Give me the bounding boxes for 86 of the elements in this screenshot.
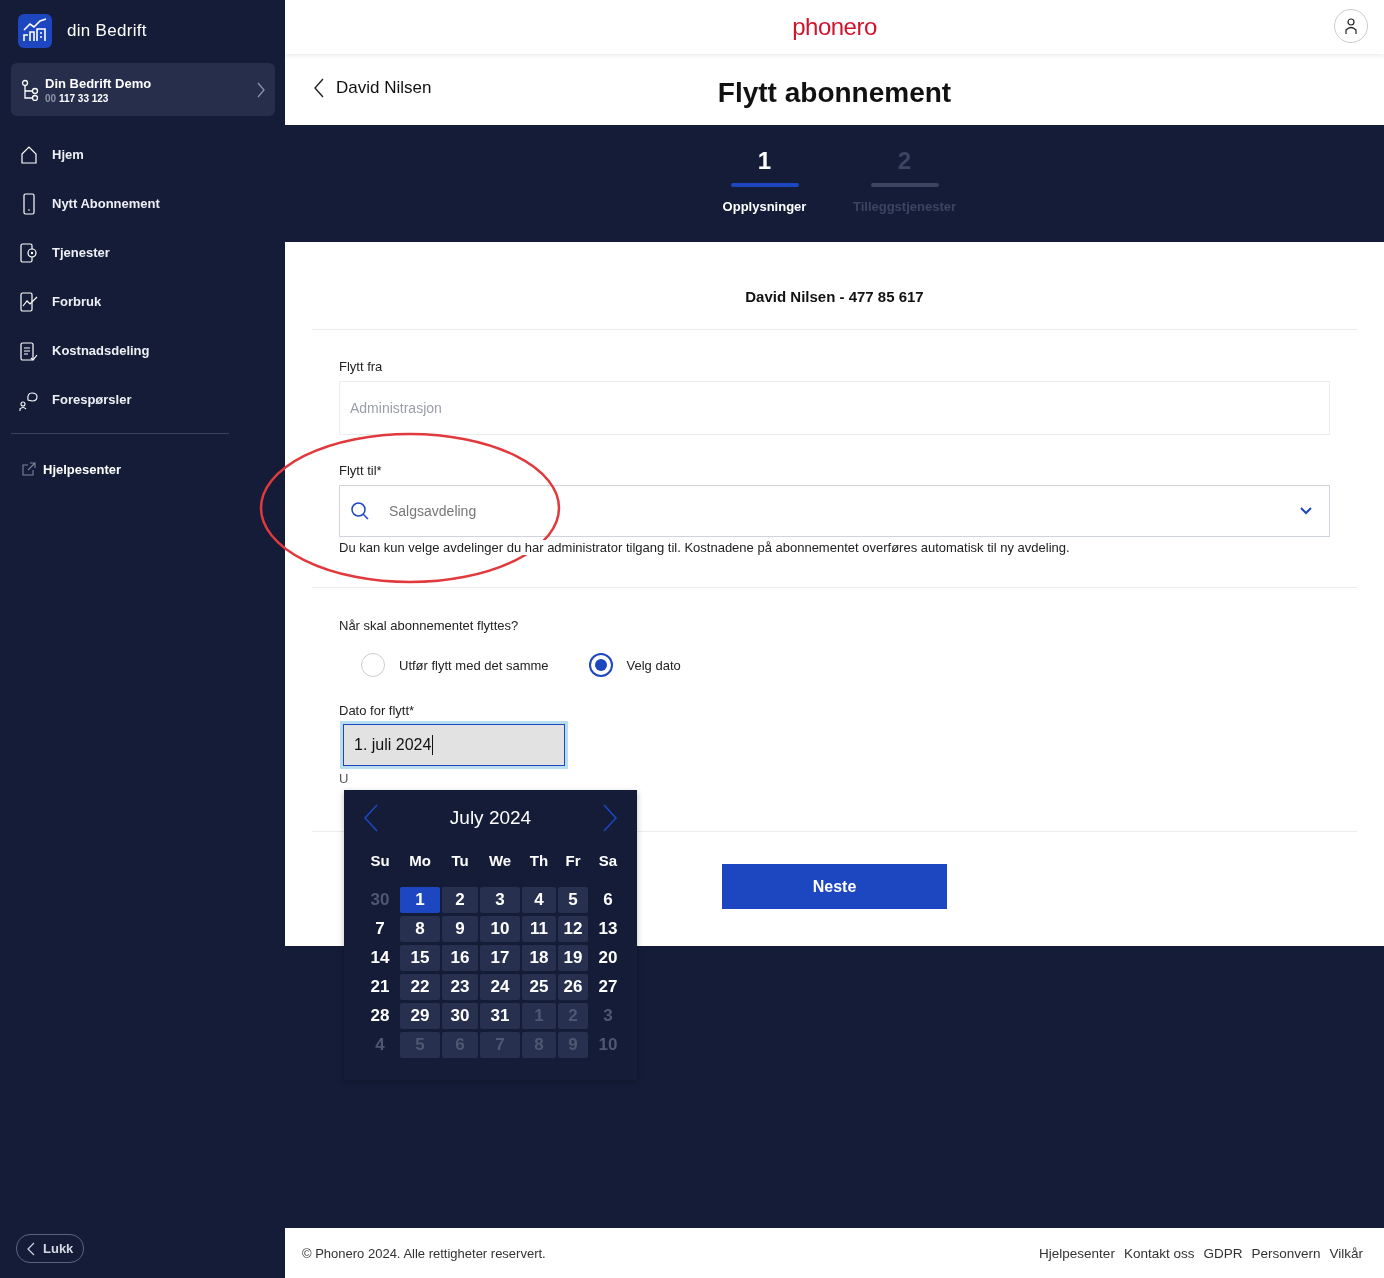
close-sidebar-button[interactable]: Lukk	[16, 1234, 85, 1263]
help-text: U	[339, 771, 349, 787]
field-label: Flytt til*	[339, 463, 383, 478]
calendar-day[interactable]: 10	[480, 916, 520, 942]
search-icon	[350, 501, 370, 521]
step-tab[interactable]: 1 Opplysninger	[712, 125, 817, 242]
chevron-down-icon	[1300, 507, 1312, 515]
weekday-label: Su	[369, 852, 391, 871]
calendar-day[interactable]: 24	[480, 974, 520, 1000]
calendar-day[interactable]: 8	[400, 916, 440, 942]
calendar-day[interactable]: 25	[522, 974, 556, 1000]
calendar-day[interactable]: 5	[558, 887, 588, 913]
calendar-day[interactable]: 12	[558, 916, 588, 942]
weekday-label: Sa	[597, 852, 619, 871]
chevron-right-icon	[257, 81, 265, 98]
chevron-left-icon	[314, 78, 324, 98]
calendar-day[interactable]: 1	[400, 887, 440, 913]
chart-line-icon	[19, 289, 39, 314]
calendar-day[interactable]: 28	[362, 1003, 398, 1029]
person-icon	[1344, 17, 1358, 35]
logo[interactable]: phonero	[792, 13, 877, 41]
calendar-day[interactable]: 20	[590, 945, 626, 971]
calendar-day[interactable]: 23	[442, 974, 478, 1000]
help-center-link[interactable]: Hjelpesenter	[0, 461, 285, 477]
calendar-day[interactable]: 29	[400, 1003, 440, 1029]
nav-item[interactable]: Kostnadsdeling	[0, 326, 285, 375]
calendar-day[interactable]: 16	[442, 945, 478, 971]
chevron-left-icon	[27, 1241, 35, 1256]
radio-option[interactable]: Velg dato	[588, 653, 681, 677]
department-select[interactable]: Salgsavdeling	[339, 485, 1330, 537]
calendar-day[interactable]: 31	[480, 1003, 520, 1029]
from-field: Administrasjon	[339, 381, 1330, 435]
calendar-day[interactable]: 27	[590, 974, 626, 1000]
footer-link[interactable]: Hjelpesenter	[1039, 1245, 1115, 1261]
month-title: July 2024	[449, 807, 532, 829]
footer-link[interactable]: Kontakt oss	[1123, 1245, 1195, 1261]
footer-link[interactable]: Personvern	[1251, 1245, 1321, 1261]
calendar-day[interactable]: 21	[362, 974, 398, 1000]
weekday-label: Mo	[408, 852, 432, 871]
back-link[interactable]: David Nilsen	[314, 78, 432, 98]
weekday-label: Tu	[450, 852, 470, 871]
radio-button[interactable]	[588, 653, 613, 677]
nav-item[interactable]: Forespørsler	[0, 375, 285, 424]
chart-building-icon	[18, 14, 52, 48]
date-input[interactable]: 1. juli 2024	[343, 724, 565, 766]
calendar-day[interactable]: 26	[558, 974, 588, 1000]
nav-item[interactable]: Tjenester	[0, 228, 285, 277]
calendar-day[interactable]: 30	[442, 1003, 478, 1029]
subscriber-heading: David Nilsen - 477 85 617	[744, 288, 925, 305]
calendar-day[interactable]: 17	[480, 945, 520, 971]
brand-name: din Bedrift	[67, 21, 147, 41]
radio-option[interactable]: Utfør flytt med det samme	[361, 653, 549, 677]
calendar-day[interactable]: 15	[400, 945, 440, 971]
field-label: Dato for flytt*	[339, 703, 416, 718]
calendar-day[interactable]: 2	[442, 887, 478, 913]
calendar-day[interactable]: 14	[362, 945, 398, 971]
phone-plus-icon	[19, 240, 39, 265]
weekday-label: Fr	[564, 852, 582, 871]
calendar-day[interactable]: 22	[400, 974, 440, 1000]
calendar-day[interactable]: 7	[362, 916, 398, 942]
nav-item[interactable]: Forbruk	[0, 277, 285, 326]
calendar-day[interactable]: 6	[590, 887, 626, 913]
calendar-day[interactable]: 19	[558, 945, 588, 971]
weekday-label: We	[487, 852, 513, 871]
calendar-day[interactable]: 18	[522, 945, 556, 971]
page-title: Flytt abonnement	[717, 76, 952, 109]
next-button[interactable]: Neste	[722, 864, 947, 909]
question-label: Når skal abonnementet flyttes?	[339, 618, 520, 633]
calendar-day[interactable]: 3	[480, 887, 520, 913]
weekday-label: Th	[528, 852, 550, 871]
footer-link[interactable]: GDPR	[1203, 1245, 1243, 1261]
hierarchy-icon	[21, 78, 39, 101]
next-month-icon[interactable]	[603, 804, 617, 832]
calendar-day[interactable]: 4	[522, 887, 556, 913]
account-switcher[interactable]: Din Bedrift Demo 00 117 33 123	[11, 63, 275, 116]
nav-item[interactable]: Nytt Abonnement	[0, 179, 285, 228]
field-label: Flytt fra	[339, 359, 384, 374]
nav-item[interactable]: Hjem	[0, 130, 285, 179]
calendar-day[interactable]: 9	[442, 916, 478, 942]
external-link-icon	[21, 461, 37, 477]
calendar-day[interactable]: 11	[522, 916, 556, 942]
footer-link[interactable]: Vilkår	[1329, 1245, 1363, 1261]
copyright-text: © Phonero 2024. Alle rettigheter reservert.	[302, 1245, 546, 1261]
previous-month-icon[interactable]	[364, 804, 378, 832]
calendar-day[interactable]: 13	[590, 916, 626, 942]
help-text: Du kan kun velge avdelinger du har administrator tilgang til. Kostnadene på abonnementet overføres automatisk til ny avdeling.	[339, 540, 1070, 555]
